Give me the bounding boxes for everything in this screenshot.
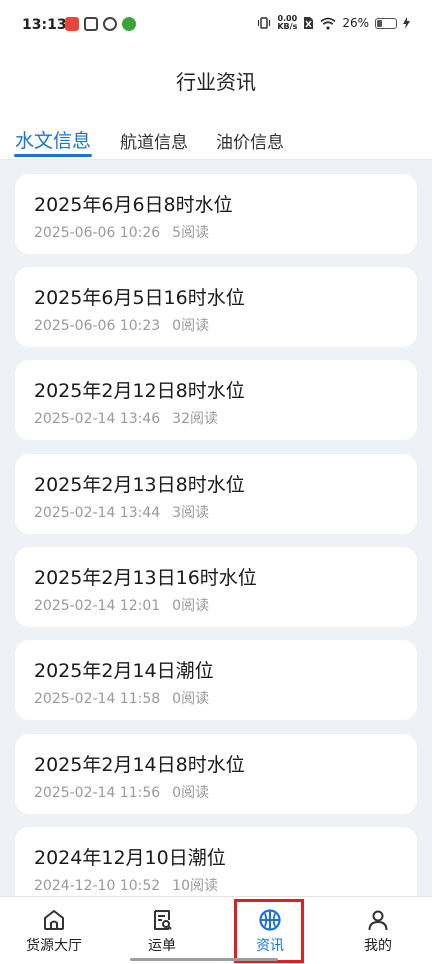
article-reads: 0阅读 — [172, 598, 210, 614]
vibrate-icon — [258, 17, 271, 29]
article-meta: 2025-02-14 11:56 0阅读 — [34, 782, 221, 802]
tab-channel[interactable]: 航道信息 — [120, 128, 188, 153]
battery-percent: 26% — [342, 16, 369, 30]
article-reads: 5阅读 — [172, 225, 210, 241]
status-time: 13:13 — [22, 17, 67, 33]
page-title: 行业资讯 — [176, 70, 256, 94]
article-meta: 2025-02-14 13:46 32阅读 — [34, 408, 230, 428]
article-card[interactable]: 2025年2月14日8时水位 2025-02-14 11:56 0阅读 — [15, 734, 417, 814]
nav-waybill[interactable]: 运单 — [108, 897, 216, 964]
article-title: 2025年6月5日16时水位 — [34, 287, 245, 309]
article-card[interactable]: 2024年12月10日潮位 2024-12-10 10:52 10阅读 — [15, 827, 417, 896]
article-card[interactable]: 2025年2月14日潮位 2025-02-14 11:58 0阅读 — [15, 640, 417, 720]
article-date: 2024-12-10 10:52 — [34, 878, 161, 894]
message-notification-icon — [84, 17, 98, 31]
article-reads: 32阅读 — [172, 411, 218, 427]
waybill-icon — [154, 910, 172, 930]
wifi-icon — [320, 17, 336, 30]
article-reads: 3阅读 — [172, 505, 210, 521]
header: 行业资讯 — [0, 52, 432, 108]
article-card[interactable]: 2025年2月13日8时水位 2025-02-14 13:44 3阅读 — [15, 454, 417, 534]
article-title: 2025年2月12日8时水位 — [34, 380, 245, 402]
highlight-box — [234, 899, 304, 963]
article-meta: 2025-02-14 13:44 3阅读 — [34, 502, 221, 522]
app-notification-icon — [65, 17, 79, 31]
article-title: 2025年2月13日16时水位 — [34, 567, 257, 589]
article-reads: 0阅读 — [172, 691, 210, 707]
article-list[interactable]: 2025年6月6日8时水位 2025-06-06 10:26 5阅读 2025年6… — [0, 160, 432, 896]
article-meta: 2025-06-06 10:23 0阅读 — [34, 315, 221, 335]
article-title: 2025年2月14日潮位 — [34, 660, 214, 682]
app2-notification-icon — [122, 17, 136, 31]
profile-icon — [368, 910, 388, 931]
article-date: 2025-06-06 10:26 — [34, 225, 161, 241]
network-speed: 0.00 KB/s — [277, 14, 298, 31]
nav-label: 我的 — [364, 938, 392, 954]
system-status: 0.00 KB/s 26% — [257, 15, 410, 31]
nav-profile[interactable]: 我的 — [324, 897, 432, 964]
sync-notification-icon — [103, 17, 117, 31]
nav-label: 运单 — [148, 938, 176, 954]
tab-bar: 水文信息 航道信息 油价信息 — [0, 108, 432, 160]
tab-oil-price[interactable]: 油价信息 — [216, 128, 284, 153]
article-date: 2025-06-06 10:23 — [34, 318, 161, 334]
article-reads: 0阅读 — [172, 318, 210, 334]
bottom-nav: 货源大厅 运单 资讯 我的 — [0, 896, 432, 964]
article-title: 2025年6月6日8时水位 — [34, 194, 233, 216]
article-date: 2025-02-14 13:46 — [34, 411, 161, 427]
article-date: 2025-02-14 11:56 — [34, 785, 161, 801]
article-date: 2025-02-14 11:58 — [34, 691, 161, 707]
home-icon — [44, 910, 64, 930]
article-card[interactable]: 2025年2月13日16时水位 2025-02-14 12:01 0阅读 — [15, 547, 417, 627]
tab-hydrology[interactable]: 水文信息 — [15, 126, 91, 153]
article-card[interactable]: 2025年6月5日16时水位 2025-06-06 10:23 0阅读 — [15, 267, 417, 347]
status-bar: 13:13 0.00 KB/s 26% — [0, 0, 432, 52]
article-reads: 10阅读 — [172, 878, 218, 894]
article-date: 2025-02-14 12:01 — [34, 598, 161, 614]
battery-icon — [375, 17, 397, 29]
no-sim-icon — [304, 17, 314, 29]
article-card[interactable]: 2025年2月12日8时水位 2025-02-14 13:46 32阅读 — [15, 360, 417, 440]
nav-cargo-hall[interactable]: 货源大厅 — [0, 897, 108, 964]
article-title: 2025年2月13日8时水位 — [34, 474, 245, 496]
notification-icons — [65, 17, 136, 31]
article-meta: 2024-12-10 10:52 10阅读 — [34, 875, 230, 895]
article-meta: 2025-02-14 11:58 0阅读 — [34, 688, 221, 708]
active-tab-indicator — [14, 154, 92, 157]
article-title: 2024年12月10日潮位 — [34, 847, 226, 869]
article-meta: 2025-06-06 10:26 5阅读 — [34, 222, 221, 242]
article-title: 2025年2月14日8时水位 — [34, 754, 245, 776]
nav-label: 货源大厅 — [26, 938, 82, 954]
article-reads: 0阅读 — [172, 785, 210, 801]
article-card[interactable]: 2025年6月6日8时水位 2025-06-06 10:26 5阅读 — [15, 174, 417, 254]
charging-icon — [403, 17, 410, 29]
article-date: 2025-02-14 13:44 — [34, 505, 161, 521]
home-indicator[interactable] — [130, 958, 278, 961]
article-meta: 2025-02-14 12:01 0阅读 — [34, 595, 221, 615]
